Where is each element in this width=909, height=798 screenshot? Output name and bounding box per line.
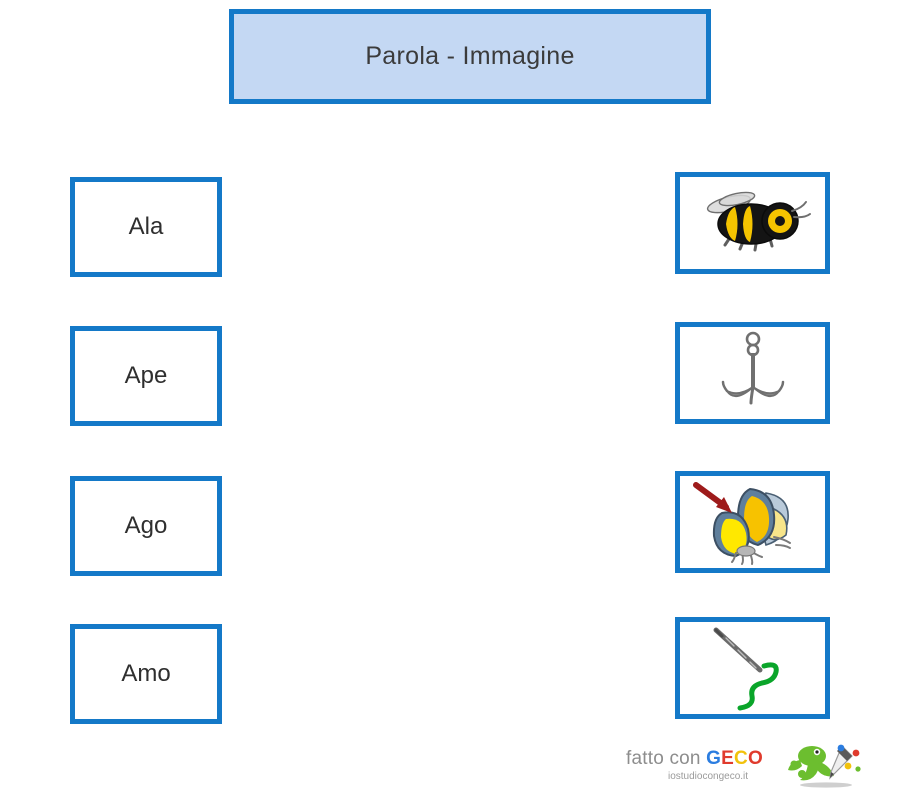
word-label: Ala — [128, 213, 164, 240]
word-label: Ago — [124, 512, 168, 539]
footer-logo[interactable]: fatto con GECO iostudiocongeco.it — [626, 740, 871, 792]
word-card-ago[interactable]: Ago — [70, 476, 222, 576]
bee-icon — [693, 183, 813, 263]
gecko-mascot-icon — [786, 740, 864, 793]
confetti-dot-red — [852, 749, 860, 756]
page-title: Parola - Immagine — [365, 42, 575, 70]
word-card-ala[interactable]: Ala — [70, 177, 222, 277]
footer-brand-line: fatto con GECO — [626, 748, 763, 770]
image-card-fishhook[interactable] — [675, 322, 830, 424]
image-card-butterfly-wing[interactable] — [675, 471, 830, 573]
word-label: Ape — [124, 362, 168, 389]
worksheet-title-box: Parola - Immagine — [229, 9, 711, 104]
image-card-needle-thread[interactable] — [675, 617, 830, 719]
geco-letter-c: C — [734, 748, 748, 769]
image-card-bee[interactable] — [675, 172, 830, 274]
word-card-amo[interactable]: Amo — [70, 624, 222, 724]
needle-thread-icon — [698, 622, 808, 714]
confetti-dot-blue — [837, 744, 845, 751]
confetti-dot-yellow — [844, 762, 852, 769]
confetti-dot-green — [855, 765, 861, 772]
geco-letter-e: E — [721, 748, 735, 769]
footer-wordmark: fatto con GECO iostudiocongeco.it — [626, 744, 784, 788]
footer-website-text: iostudiocongeco.it — [668, 771, 749, 782]
footer-prefix-text: fatto con — [626, 748, 701, 769]
geco-letter-g: G — [706, 748, 722, 769]
fishhook-icon — [698, 330, 808, 416]
geco-letter-o: O — [747, 748, 763, 769]
word-card-ape[interactable]: Ape — [70, 326, 222, 426]
word-label: Amo — [121, 660, 171, 687]
pointer-arrow-icon — [692, 482, 732, 513]
butterfly-wing-icon — [688, 477, 818, 567]
